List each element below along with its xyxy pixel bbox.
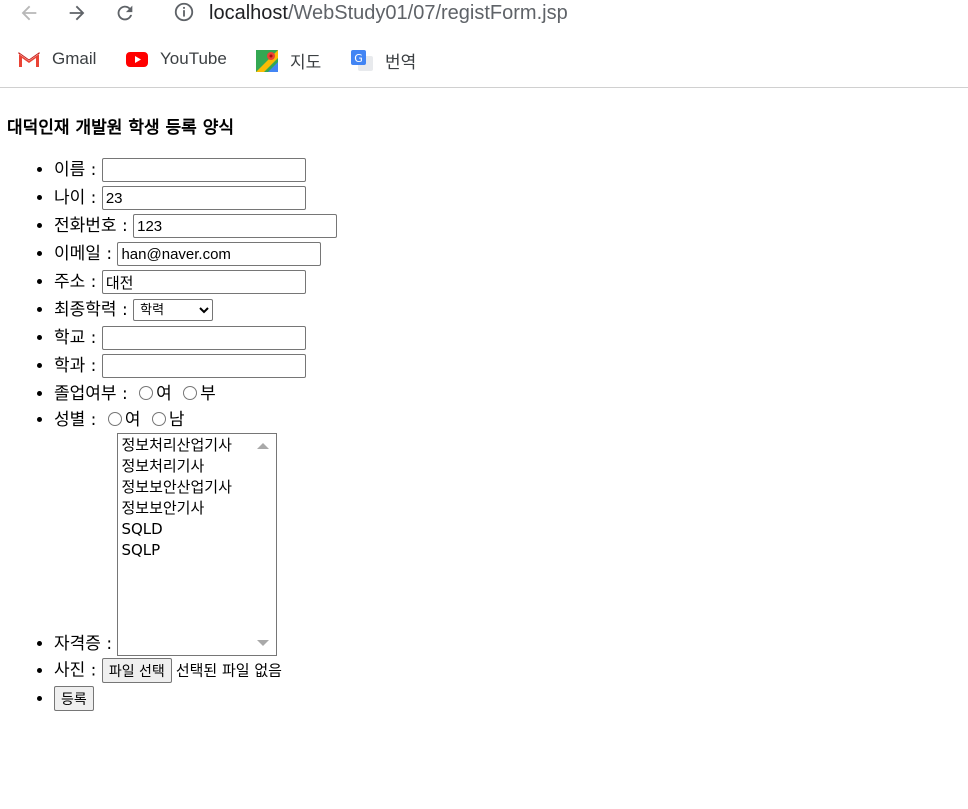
license-listbox[interactable]: 정보처리산업기사 정보처리기사 정보보안산업기사 정보보안기사 SQLD SQL… (117, 433, 278, 656)
school-label: 학교 : (54, 328, 97, 348)
gender-female-radio[interactable] (107, 412, 122, 426)
scroll-up-arrow-icon[interactable] (257, 443, 270, 449)
forward-arrow-icon (69, 5, 85, 21)
major-input[interactable] (101, 354, 306, 378)
page-content: 대덕인재 개발원 학생 등록 양식 이름 : 나이 : 전화번호 : 이메일 :… (7, 118, 957, 711)
submit-button[interactable]: 등록 (54, 686, 94, 711)
bookmarks-bar: Gmail YouTube 지도 G 번역 (0, 44, 968, 76)
major-label: 학과 : (54, 356, 97, 376)
back-arrow-icon (21, 5, 37, 21)
education-label: 최종학력 : (54, 300, 128, 320)
bookmark-label: YouTube (160, 49, 227, 68)
page-title: 대덕인재 개발원 학생 등록 양식 (7, 118, 234, 138)
bookmark-gmail[interactable]: Gmail (16, 48, 96, 70)
name-input[interactable] (101, 158, 306, 182)
name-label: 이름 : (54, 160, 97, 180)
license-option[interactable]: 정보보안기사 (121, 498, 273, 519)
school-row: 학교 : (54, 326, 957, 350)
email-row: 이메일 : (54, 242, 957, 266)
bookmark-maps[interactable]: 지도 (254, 48, 321, 73)
bookmark-label: 지도 (290, 53, 322, 72)
license-option[interactable]: SQLP (121, 540, 273, 561)
graduation-label: 졸업여부 : (54, 384, 128, 404)
forward-button[interactable] (64, 0, 90, 26)
license-option[interactable]: 정보보안산업기사 (121, 477, 273, 498)
license-option[interactable]: SQLD (121, 519, 273, 540)
translate-icon: G (349, 49, 375, 72)
education-row: 최종학력 : 학력 (54, 298, 957, 322)
submit-row: 등록 (54, 686, 957, 711)
bookmark-youtube[interactable]: YouTube (124, 48, 227, 70)
graduation-no-label: 부 (200, 384, 216, 404)
graduation-row: 졸업여부 : 여 부 (54, 382, 957, 406)
back-button[interactable] (16, 0, 42, 26)
graduation-yes-radio[interactable] (139, 386, 154, 400)
graduation-yes-label: 여 (156, 384, 172, 404)
education-select[interactable]: 학력 (133, 299, 214, 321)
age-label: 나이 : (54, 188, 97, 208)
photo-label: 사진 : (54, 660, 97, 681)
bookmark-label: Gmail (52, 49, 97, 68)
browser-toolbar: localhost/WebStudy01/07/registForm.jsp (0, 0, 968, 30)
gender-male-radio[interactable] (151, 412, 166, 426)
major-row: 학과 : (54, 354, 957, 378)
license-row: 자격증 : 정보처리산업기사 정보처리기사 정보보안산업기사 정보보안기사 SQ… (54, 433, 957, 656)
youtube-icon (124, 48, 150, 70)
gender-male-label: 남 (168, 410, 185, 430)
phone-row: 전화번호 : (54, 214, 957, 238)
url-path: /WebStudy01/07/registForm.jsp (287, 2, 568, 24)
phone-label: 전화번호 : (54, 216, 128, 236)
svg-text:G: G (354, 52, 363, 65)
reload-icon (117, 5, 133, 21)
registration-form: 이름 : 나이 : 전화번호 : 이메일 : 주소 : 최종학력 : 학력 학교… (7, 158, 957, 711)
age-input[interactable] (101, 186, 306, 210)
address-input[interactable] (101, 270, 306, 294)
license-option[interactable]: 정보처리기사 (121, 456, 273, 477)
age-row: 나이 : (54, 186, 957, 210)
gender-label: 성별 : (54, 410, 97, 430)
gender-row: 성별 : 여 남 (54, 408, 957, 432)
graduation-no-radio[interactable] (183, 386, 198, 400)
license-option[interactable]: 정보처리산업기사 (121, 435, 273, 456)
address-label: 주소 : (54, 272, 97, 292)
url-host: localhost (209, 2, 288, 24)
reload-button[interactable] (112, 0, 138, 26)
photo-row: 사진 : 파일 선택선택된 파일 없음 (54, 658, 957, 683)
bookmark-translate[interactable]: G 번역 (349, 48, 416, 73)
file-status: 선택된 파일 없음 (175, 661, 282, 680)
school-input[interactable] (101, 326, 306, 350)
toolbar-divider (0, 87, 968, 88)
email-label: 이메일 : (54, 244, 113, 264)
gender-female-label: 여 (124, 410, 141, 430)
gmail-icon (16, 48, 42, 70)
name-row: 이름 : (54, 158, 957, 182)
license-label: 자격증 : (54, 634, 113, 654)
maps-icon (254, 49, 280, 72)
address-bar[interactable]: localhost/WebStudy01/07/registForm.jsp (209, 0, 568, 26)
phone-input[interactable] (133, 214, 338, 238)
scroll-down-arrow-icon[interactable] (257, 640, 270, 646)
file-select-button[interactable]: 파일 선택 (101, 658, 172, 683)
bookmark-label: 번역 (385, 53, 417, 72)
site-info-icon[interactable] (173, 1, 195, 23)
address-row: 주소 : (54, 270, 957, 294)
email-input[interactable] (117, 242, 322, 266)
